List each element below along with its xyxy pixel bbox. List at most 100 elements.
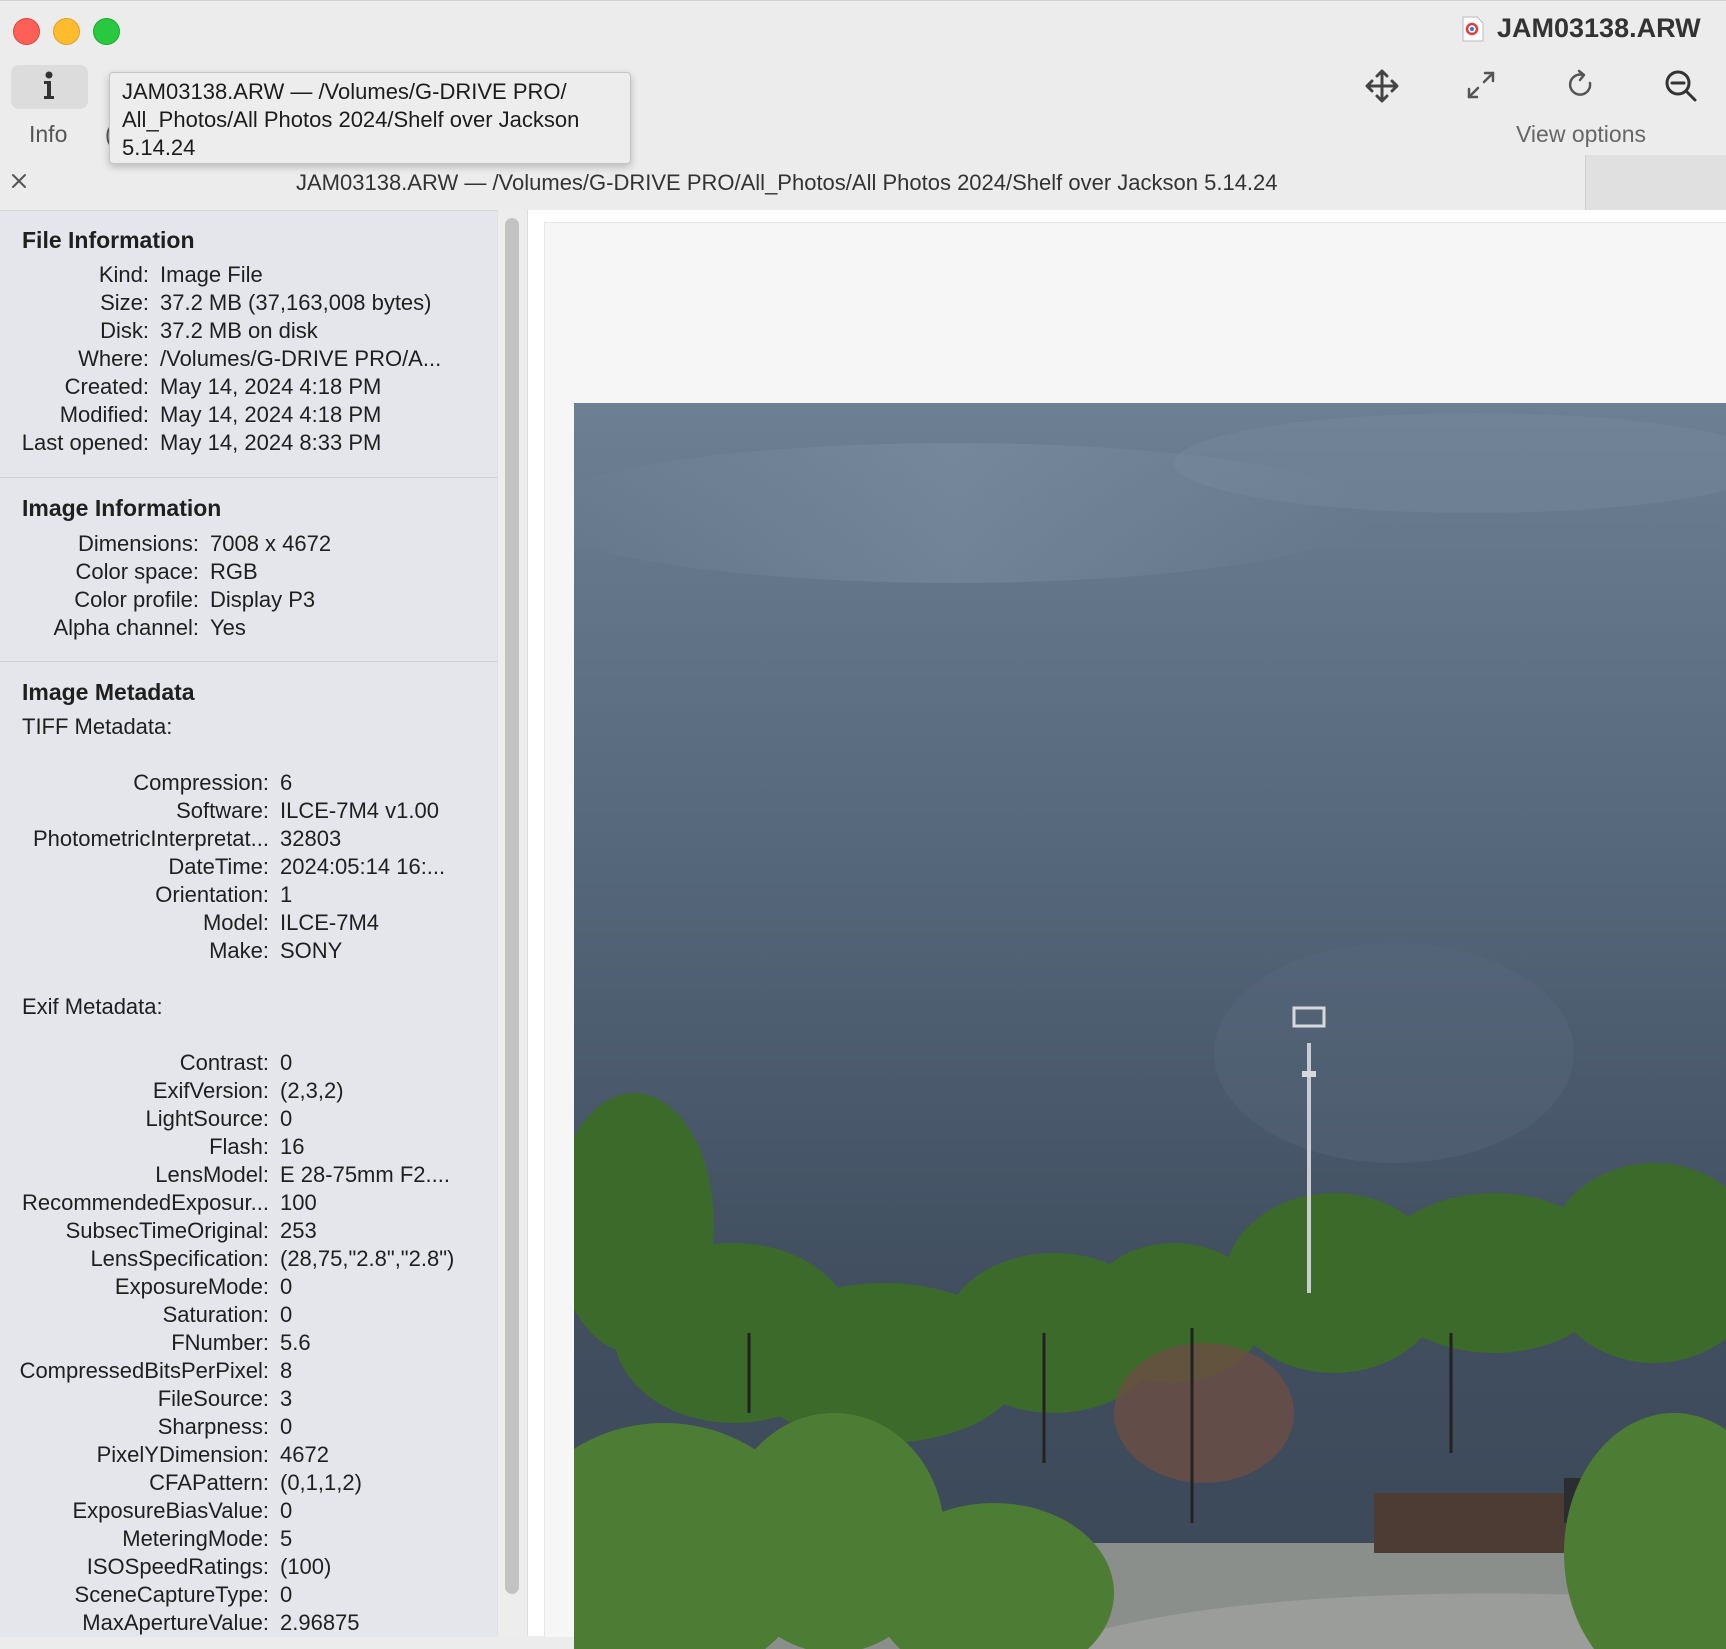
metadata-value: Image File <box>160 262 263 287</box>
scrollbar-thumb[interactable] <box>505 218 519 1594</box>
metadata-key: LensModel: <box>155 1162 269 1187</box>
metadata-row: Disk: 37.2 MB on disk <box>0 318 497 346</box>
metadata-row: Dimensions: 7008 x 4672 <box>0 531 497 559</box>
view-options-label[interactable]: View options <box>1516 121 1646 148</box>
rotate-icon[interactable] <box>1566 69 1596 101</box>
tab-title[interactable]: JAM03138.ARW — /Volumes/G-DRIVE PRO/All_… <box>296 170 1278 196</box>
metadata-row: PixelYDimension: 4672 <box>0 1442 497 1470</box>
metadata-key: Disk: <box>100 318 149 343</box>
metadata-key: Contrast: <box>179 1050 269 1075</box>
metadata-key: Created: <box>64 374 149 399</box>
metadata-value: 0 <box>280 1302 293 1327</box>
metadata-value: Yes <box>210 615 246 640</box>
metadata-value: SONY <box>280 938 343 963</box>
metadata-key: LightSource: <box>145 1106 269 1131</box>
metadata-key: ISOSpeedRatings: <box>86 1554 269 1579</box>
metadata-value: (2,3,2) <box>280 1078 344 1103</box>
zoom-out-icon[interactable] <box>1664 69 1698 105</box>
metadata-value: RGB <box>210 559 258 584</box>
inspector-scrollbar[interactable] <box>497 210 528 1636</box>
section-divider <box>0 477 497 478</box>
photo-storm-clouds[interactable] <box>574 403 1726 1649</box>
metadata-value: 0 <box>280 1050 293 1075</box>
metadata-key: SubsecTimeOriginal: <box>65 1218 269 1243</box>
metadata-value: 2.96875 <box>280 1610 360 1635</box>
metadata-key: Color profile: <box>74 587 199 612</box>
metadata-row: Saturation: 0 <box>0 1302 497 1330</box>
metadata-value: 0 <box>280 1106 293 1131</box>
metadata-value: E 28-75mm F2.... <box>280 1162 450 1187</box>
metadata-value: 6 <box>280 770 293 795</box>
metadata-row: Software: ILCE-7M4 v1.00 <box>0 798 497 826</box>
metadata-key: Dimensions: <box>77 531 199 556</box>
image-canvas[interactable] <box>544 222 1726 1649</box>
metadata-row: Compression: 6 <box>0 770 497 798</box>
image-viewer[interactable] <box>527 210 1726 1649</box>
metadata-row: CompressedBitsPerPixel: 8 <box>0 1358 497 1386</box>
path-tooltip: JAM03138.ARW — /Volumes/G-DRIVE PRO/ All… <box>109 72 631 164</box>
metadata-value: ILCE-7M4 <box>280 910 380 935</box>
metadata-key: CompressedBitsPerPixel: <box>19 1358 269 1383</box>
metadata-value: 8 <box>280 1358 293 1383</box>
metadata-key: CFAPattern: <box>149 1470 269 1495</box>
metadata-row: Kind: Image File <box>0 262 497 290</box>
info-button[interactable] <box>11 65 88 109</box>
metadata-key: Size: <box>100 290 149 315</box>
metadata-row: PhotometricInterpretat... 32803 <box>0 826 497 854</box>
fullscreen-icon[interactable] <box>1465 69 1497 101</box>
metadata-row: CFAPattern: (0,1,1,2) <box>0 1470 497 1498</box>
metadata-key: MeteringMode: <box>122 1526 269 1551</box>
metadata-key: Flash: <box>209 1134 269 1159</box>
metadata-value: 0 <box>280 1414 293 1439</box>
metadata-row: Modified: May 14, 2024 4:18 PM <box>0 402 497 430</box>
metadata-value: May 14, 2024 4:18 PM <box>160 402 382 427</box>
metadata-row: Sharpness: 0 <box>0 1414 497 1442</box>
metadata-value: 0 <box>280 1498 293 1523</box>
metadata-value: 16 <box>280 1134 305 1159</box>
metadata-key: Color space: <box>75 559 199 584</box>
metadata-key: MaxApertureValue: <box>82 1610 269 1635</box>
metadata-row: LensModel: E 28-75mm F2.... <box>0 1162 497 1190</box>
metadata-value: /Volumes/G-DRIVE PRO/A... <box>160 346 442 371</box>
metadata-value: 2024:05:14 16:... <box>280 854 446 879</box>
metadata-key: Sharpness: <box>157 1414 269 1439</box>
metadata-row: Created: May 14, 2024 4:18 PM <box>0 374 497 402</box>
metadata-key: PixelYDimension: <box>96 1442 269 1467</box>
metadata-key: FileSource: <box>157 1386 269 1411</box>
metadata-row: Size: 37.2 MB (37,163,008 bytes) <box>0 290 497 318</box>
zoom-window-button[interactable] <box>93 18 120 45</box>
metadata-row: MaxApertureValue: 2.96875 <box>0 1610 497 1637</box>
metadata-value: (100) <box>280 1554 332 1579</box>
metadata-value: 253 <box>280 1218 317 1243</box>
metadata-key: Kind: <box>98 262 149 287</box>
metadata-value: 100 <box>280 1190 317 1215</box>
metadata-row: Model: ILCE-7M4 <box>0 910 497 938</box>
raw-file-icon[interactable] <box>1461 16 1485 42</box>
metadata-row: Orientation: 1 <box>0 882 497 910</box>
metadata-row: Last opened: May 14, 2024 8:33 PM <box>0 430 497 458</box>
metadata-key: LensSpecification: <box>90 1246 269 1271</box>
tab-other[interactable] <box>1585 155 1726 211</box>
metadata-value: 37.2 MB on disk <box>160 318 318 343</box>
info-icon <box>44 71 54 99</box>
tooltip-text: JAM03138.ARW — /Volumes/G-DRIVE PRO/ All… <box>122 79 580 160</box>
metadata-row: ExposureBiasValue: 0 <box>0 1498 497 1526</box>
info-inspector-panel: File Information Kind: Image File Size: 37.… <box>0 210 497 1637</box>
metadata-key: Alpha channel: <box>53 615 199 640</box>
close-window-button[interactable] <box>13 18 40 45</box>
metadata-key: Orientation: <box>155 882 269 907</box>
minimize-window-button[interactable] <box>53 18 80 45</box>
metadata-row: ISOSpeedRatings: (100) <box>0 1554 497 1582</box>
move-icon[interactable] <box>1365 69 1399 103</box>
metadata-value: 5.6 <box>280 1330 311 1355</box>
metadata-row: Color space: RGB <box>0 559 497 587</box>
metadata-row: ExifVersion: (2,3,2) <box>0 1078 497 1106</box>
file-information-heading: File Information <box>22 227 195 253</box>
metadata-key: PhotometricInterpretat... <box>33 826 269 851</box>
exif-metadata-label: Exif Metadata: <box>22 994 163 1019</box>
metadata-value: 1 <box>280 882 293 907</box>
metadata-key: Software: <box>176 798 269 823</box>
close-tab-icon[interactable] <box>11 173 27 189</box>
metadata-row: SceneCaptureType: 0 <box>0 1582 497 1610</box>
metadata-row: MeteringMode: 5 <box>0 1526 497 1554</box>
